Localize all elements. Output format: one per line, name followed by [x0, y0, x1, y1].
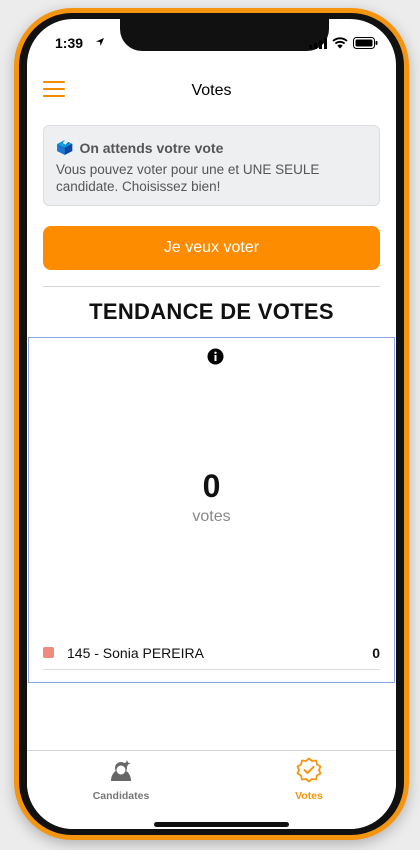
tab-votes[interactable]: Votes	[249, 757, 369, 802]
location-arrow-icon	[96, 38, 104, 46]
tab-bar: Candidates Votes	[27, 750, 396, 829]
legend-item: 145 - Sonia PEREIRA 0	[43, 644, 380, 670]
trend-title: TENDANCE DE VOTES	[89, 299, 334, 324]
vote-button[interactable]: Je veux voter	[43, 226, 380, 270]
tab-candidates-label: Candidates	[92, 790, 150, 802]
tab-candidates[interactable]: Candidates	[61, 757, 181, 802]
phone-bezel: 1:39 Votes 🗳️ On attends votre vote Vous…	[19, 13, 404, 835]
wifi-icon	[332, 37, 348, 49]
notice-title: On attends votre vote	[79, 139, 224, 156]
legend-label: 145 - Sonia PEREIRA	[67, 645, 204, 661]
app-header: Votes	[27, 75, 396, 115]
vote-total: 0	[202, 468, 221, 504]
battery-icon	[353, 37, 378, 49]
legend-swatch	[43, 647, 54, 658]
phone-screen: 1:39 Votes 🗳️ On attends votre vote Vous…	[27, 19, 396, 829]
vote-total-label: votes	[192, 508, 231, 525]
candidate-icon	[111, 760, 131, 781]
phone-frame: 1:39 Votes 🗳️ On attends votre vote Vous…	[14, 8, 409, 840]
notch	[120, 19, 329, 51]
info-icon[interactable]	[207, 348, 224, 365]
legend-value: 0	[372, 645, 380, 661]
status-icons	[309, 37, 378, 49]
notice-title-row: 🗳️ On attends votre vote	[56, 139, 367, 156]
vote-chart: 0 votes 145 - Sonia PEREIRA 0	[28, 337, 395, 683]
home-indicator	[154, 822, 289, 827]
vote-notice: 🗳️ On attends votre vote Vous pouvez vot…	[43, 125, 380, 206]
page-title: Votes	[191, 82, 232, 99]
tab-votes-label: Votes	[295, 790, 323, 802]
ballot-box-icon: 🗳️	[56, 139, 74, 155]
divider	[43, 286, 380, 287]
signal-icon	[309, 37, 327, 49]
notice-text: Vous pouvez voter pour une et UNE SEULE …	[56, 162, 320, 194]
vote-badge-icon	[296, 757, 322, 783]
status-time: 1:39	[55, 35, 84, 51]
